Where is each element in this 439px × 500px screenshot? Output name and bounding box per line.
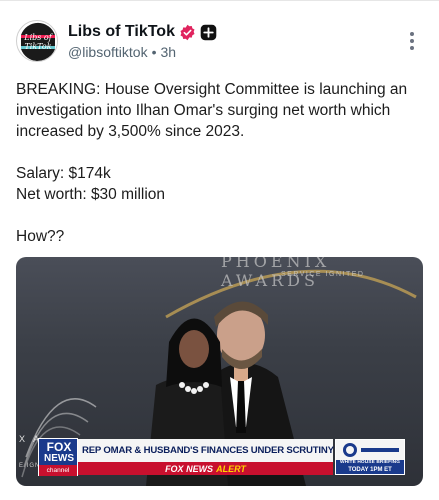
briefing-time: TODAY 1PM ET [348,467,392,473]
avatar-text-line1: Libs of [24,33,52,42]
post-header: Libs of TikTok Libs of TikTok @libsoftik… [16,20,426,64]
white-house-seal-icon [343,443,399,457]
backdrop-subtext: SERVICE IGNITED [281,271,365,278]
meta-separator: • [151,44,157,60]
verified-badge-icon [180,24,195,40]
avatar[interactable]: Libs of TikTok [16,20,58,62]
chyron-alert: FOX NEWS ALERT [78,462,333,475]
post-closing-line: How?? [16,228,65,245]
post-salary-line: Salary: $174k [16,165,111,182]
post-paragraph: BREAKING: House Oversight Committee is l… [16,81,408,140]
more-options-icon[interactable] [404,30,420,52]
plus-badge-icon [200,24,217,40]
chyron-alert-fox: FOX NEWS [165,463,214,474]
briefing-seal-area [336,440,404,460]
chyron-alert-word: ALERT [216,463,246,474]
post-media[interactable]: PHOENIX AWARDS SERVICE IGNITED X A E IGN… [16,257,423,486]
post-time[interactable]: 3h [160,44,176,60]
author-block: Libs of TikTok @libsoftiktok • 3h [68,22,217,60]
display-name[interactable]: Libs of TikTok [68,23,175,41]
briefing-line: WHITE HOUSE BRIEFING [339,460,401,465]
fox-logo-bottom: NEWS [44,453,74,464]
briefing-box: WHITE HOUSE BRIEFING TODAY 1PM ET [335,439,405,475]
fox-logo-channel: channel [39,465,77,476]
chyron-headline-text: REP OMAR & HUSBAND'S FINANCES UNDER SCRU… [82,445,334,456]
top-divider [0,0,439,1]
post-body: BREAKING: House Oversight Committee is l… [16,79,426,247]
avatar-text-line2: TikTok [24,42,52,51]
post-networth-line: Net worth: $30 million [16,186,166,203]
handle[interactable]: @libsoftiktok [68,44,148,60]
fox-news-logo: FOX NEWS channel [38,438,78,476]
chyron-headline: REP OMAR & HUSBAND'S FINANCES UNDER SCRU… [78,439,334,462]
fox-logo-top: FOX [46,440,72,454]
